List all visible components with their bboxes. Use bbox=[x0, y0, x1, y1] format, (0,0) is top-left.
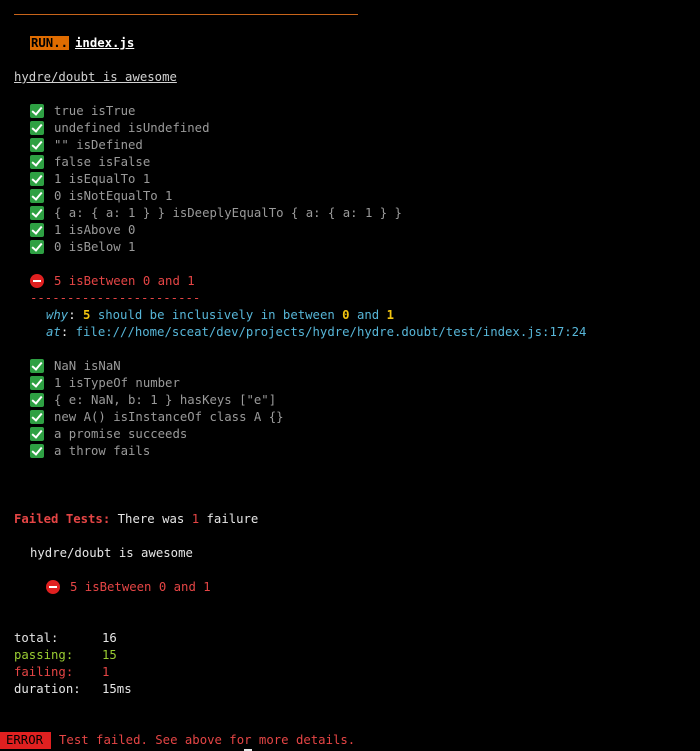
test-result-text: 1 isTypeOf number bbox=[54, 376, 180, 390]
test-result-text: 0 isNotEqualTo 1 bbox=[54, 189, 173, 203]
stat-duration: duration: 15ms bbox=[14, 681, 132, 698]
failed-summary-count: 1 bbox=[191, 512, 200, 526]
test-result-row: 0 isBelow 1 bbox=[30, 239, 135, 256]
test-result-text: new A() isInstanceOf class A {} bbox=[54, 410, 284, 424]
top-orange-rule bbox=[14, 14, 358, 15]
test-result-text: undefined isUndefined bbox=[54, 121, 210, 135]
test-result-row: a promise succeeds bbox=[30, 426, 187, 443]
at-label: at bbox=[46, 325, 61, 339]
test-result-row: new A() isInstanceOf class A {} bbox=[30, 409, 284, 426]
test-result-row: 1 isAbove 0 bbox=[30, 222, 135, 239]
test-result-text: a promise succeeds bbox=[54, 427, 188, 441]
failed-test-text: 5 isBetween 0 and 1 bbox=[54, 274, 195, 288]
run-badge: RUN.. bbox=[30, 36, 70, 50]
test-result-text: 1 isAbove 0 bbox=[54, 223, 136, 237]
run-header: RUN.. index.js bbox=[30, 35, 134, 52]
at-line: at: file:///home/sceat/dev/projects/hydr… bbox=[46, 325, 587, 339]
stat-failing-value: 1 bbox=[102, 665, 110, 679]
test-result-text: true isTrue bbox=[54, 104, 136, 118]
stat-total-value: 16 bbox=[102, 631, 117, 645]
error-message: Test failed. See above for more details. bbox=[59, 733, 356, 751]
test-result-row: false isFalse bbox=[30, 154, 150, 171]
check-mark-icon bbox=[30, 189, 44, 203]
no-entry-icon bbox=[30, 274, 44, 288]
check-mark-icon bbox=[30, 155, 44, 169]
summary-suite-title: hydre/doubt is awesome bbox=[30, 546, 193, 560]
why-and: and bbox=[356, 308, 380, 322]
check-mark-icon bbox=[30, 427, 44, 441]
test-result-row: "" isDefined bbox=[30, 137, 143, 154]
failed-tests-label: Failed Tests: bbox=[14, 512, 111, 526]
test-result-text: { a: { a: 1 } } isDeeplyEqualTo { a: { a… bbox=[54, 206, 402, 220]
terminal-cursor: r bbox=[244, 732, 252, 751]
test-result-row: 1 isEqualTo 1 bbox=[30, 171, 150, 188]
stat-failing: failing: 1 bbox=[14, 664, 109, 681]
error-bar: ERROR Test failed. See above for more det… bbox=[0, 732, 356, 751]
stack-location-link[interactable]: file:///home/sceat/dev/projects/hydre/hy… bbox=[76, 325, 587, 339]
no-entry-icon bbox=[46, 580, 60, 594]
error-message-part-1: Test failed. See above fo bbox=[59, 733, 245, 747]
test-result-text: { e: NaN, b: 1 } hasKeys ["e"] bbox=[54, 393, 277, 407]
check-mark-icon bbox=[30, 172, 44, 186]
stat-passing-value: 15 bbox=[102, 648, 117, 662]
stat-passing: passing: 15 bbox=[14, 647, 117, 664]
why-line: why: 5 should be inclusively in between … bbox=[46, 308, 395, 322]
test-result-row: true isTrue bbox=[30, 103, 135, 120]
error-badge: ERROR bbox=[0, 732, 52, 749]
test-file-name: index.js bbox=[75, 36, 135, 50]
test-result-text: "" isDefined bbox=[54, 138, 143, 152]
failed-tests-summary: Failed Tests: There was 1 failure bbox=[14, 511, 258, 528]
test-result-row: NaN isNaN bbox=[30, 358, 121, 375]
test-result-text: NaN isNaN bbox=[54, 359, 121, 373]
stat-passing-label: passing: bbox=[14, 648, 74, 662]
check-mark-icon bbox=[30, 444, 44, 458]
test-result-row: 0 isNotEqualTo 1 bbox=[30, 188, 172, 205]
stat-failing-label: failing: bbox=[14, 665, 74, 679]
stat-duration-label: duration: bbox=[14, 682, 81, 696]
test-result-text: 1 isEqualTo 1 bbox=[54, 172, 151, 186]
failed-test-line: 5 isBetween 0 and 1 bbox=[30, 273, 195, 290]
check-mark-icon bbox=[30, 121, 44, 135]
failed-summary-prefix: There was bbox=[117, 512, 185, 526]
stat-duration-value: 15ms bbox=[102, 682, 132, 696]
test-result-row: { e: NaN, b: 1 } hasKeys ["e"] bbox=[30, 392, 276, 409]
suite-title-text: hydre/doubt is awesome bbox=[14, 70, 177, 84]
summary-failed-test: 5 isBetween 0 and 1 bbox=[46, 579, 211, 596]
why-message: should be inclusively in between bbox=[97, 308, 335, 322]
failure-dash-rule: ----------------------- bbox=[30, 291, 201, 305]
check-mark-icon bbox=[30, 240, 44, 254]
check-mark-icon bbox=[30, 376, 44, 390]
suite-title: hydre/doubt is awesome bbox=[14, 69, 177, 86]
why-high-bound: 1 bbox=[386, 308, 395, 322]
check-mark-icon bbox=[30, 104, 44, 118]
why-low-bound: 0 bbox=[342, 308, 350, 322]
test-result-text: false isFalse bbox=[54, 155, 151, 169]
test-result-text: 0 isBelow 1 bbox=[54, 240, 136, 254]
check-mark-icon bbox=[30, 223, 44, 237]
check-mark-icon bbox=[30, 206, 44, 220]
test-result-row: undefined isUndefined bbox=[30, 120, 209, 137]
test-result-row: { a: { a: 1 } } isDeeplyEqualTo { a: { a… bbox=[30, 205, 402, 222]
failed-summary-suffix: failure bbox=[206, 512, 259, 526]
check-mark-icon bbox=[30, 359, 44, 373]
summary-failed-test-text: 5 isBetween 0 and 1 bbox=[70, 580, 211, 594]
test-result-row: a throw fails bbox=[30, 443, 150, 460]
check-mark-icon bbox=[30, 393, 44, 407]
stat-total: total: 16 bbox=[14, 630, 117, 647]
test-result-text: a throw fails bbox=[54, 444, 151, 458]
error-message-part-2: more details. bbox=[251, 733, 356, 747]
check-mark-icon bbox=[30, 410, 44, 424]
stat-total-label: total: bbox=[14, 631, 59, 645]
why-label: why bbox=[46, 308, 69, 322]
test-result-row: 1 isTypeOf number bbox=[30, 375, 180, 392]
check-mark-icon bbox=[30, 138, 44, 152]
